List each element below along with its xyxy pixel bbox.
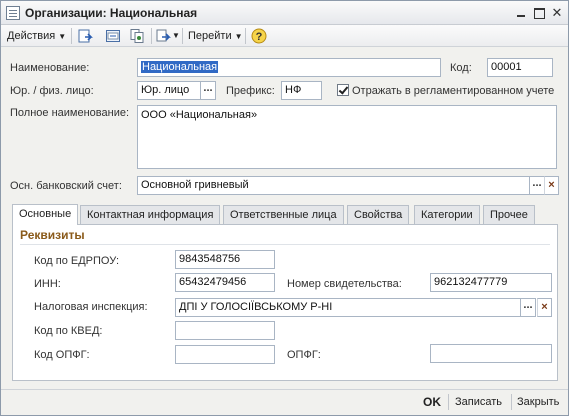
toolbar-divider bbox=[182, 28, 183, 44]
details-group-title: Реквизиты bbox=[20, 228, 85, 242]
view-record-icon[interactable] bbox=[105, 28, 121, 44]
group-divider bbox=[20, 244, 550, 245]
form-icon bbox=[6, 6, 20, 20]
edrpou-label: Код по ЕДРПОУ: bbox=[34, 255, 120, 267]
bank-account-select-button[interactable]: ... bbox=[530, 176, 545, 195]
reflect-label: Отражать в регламентированном учете bbox=[352, 85, 555, 97]
tab-responsible-persons[interactable]: Ответственные лица bbox=[223, 205, 344, 224]
tax-office-label: Налоговая инспекция: bbox=[34, 301, 148, 313]
tax-office-field[interactable]: ДПІ У ГОЛОСІЇВСЬКОМУ Р-НІ bbox=[175, 298, 521, 317]
toolbar-divider bbox=[71, 28, 72, 44]
entity-type-field[interactable]: Юр. лицо bbox=[137, 81, 201, 100]
prefix-field[interactable]: НФ bbox=[281, 81, 322, 100]
bank-account-label: Осн. банковский счет: bbox=[10, 180, 122, 192]
entity-type-select-button[interactable]: ... bbox=[201, 81, 216, 100]
reflect-checkbox[interactable] bbox=[337, 84, 349, 96]
certificate-label: Номер свидетельства: bbox=[287, 278, 402, 290]
bank-account-clear-button[interactable]: × bbox=[544, 176, 559, 195]
ok-button[interactable]: OK bbox=[423, 394, 441, 410]
code-label: Код: bbox=[450, 62, 472, 74]
inn-field[interactable]: 65432479456 bbox=[175, 273, 275, 292]
goto-menu[interactable]: Перейти ▼ bbox=[188, 28, 243, 44]
bottom-divider bbox=[511, 394, 512, 410]
tab-contact-info[interactable]: Контактная информация bbox=[80, 205, 221, 224]
tab-categories[interactable]: Категории bbox=[414, 205, 480, 224]
prefix-label: Префикс: bbox=[226, 85, 275, 97]
window-title: Организации: Национальная bbox=[25, 6, 198, 20]
bank-account-field[interactable]: Основной гривневый bbox=[137, 176, 530, 195]
organization-window: Организации: Национальная ✕ Действия ▼ ▼ … bbox=[0, 0, 569, 416]
kved-label: Код по КВЕД: bbox=[34, 325, 103, 337]
tax-office-clear-button[interactable]: × bbox=[537, 298, 552, 317]
edrpou-field[interactable]: 9843548756 bbox=[175, 250, 275, 269]
save-button[interactable]: Записать bbox=[455, 394, 502, 410]
bottom-divider bbox=[448, 394, 449, 410]
tab-other[interactable]: Прочее bbox=[483, 205, 535, 224]
based-on-icon[interactable] bbox=[155, 28, 171, 44]
toolbar-divider bbox=[245, 28, 246, 44]
name-label: Наименование: bbox=[10, 62, 90, 74]
tab-main[interactable]: Основные bbox=[12, 204, 79, 225]
chevron-down-icon: ▼ bbox=[234, 32, 243, 41]
help-icon[interactable]: ? bbox=[251, 28, 267, 44]
close-button[interactable]: Закрыть bbox=[517, 394, 559, 410]
opfg-label: ОПФГ: bbox=[287, 349, 321, 361]
full-name-label: Полное наименование: bbox=[10, 107, 130, 119]
actions-menu[interactable]: Действия ▼ bbox=[7, 28, 66, 44]
close-window-button[interactable]: ✕ bbox=[549, 5, 565, 21]
entity-type-label: Юр. / физ. лицо: bbox=[10, 85, 94, 97]
maximize-button[interactable] bbox=[531, 5, 547, 21]
title-bar: Организации: Национальная ✕ bbox=[1, 1, 568, 25]
name-value: Национальная bbox=[141, 61, 219, 73]
name-field[interactable]: Национальная bbox=[137, 58, 441, 77]
kved-field[interactable] bbox=[175, 321, 275, 340]
copy-record-icon[interactable] bbox=[129, 28, 145, 44]
chevron-down-icon: ▼ bbox=[58, 32, 67, 41]
svg-text:?: ? bbox=[256, 31, 263, 43]
code-field[interactable]: 00001 bbox=[487, 58, 553, 77]
save-and-close-icon[interactable] bbox=[77, 28, 93, 44]
opfg-field[interactable] bbox=[430, 344, 552, 363]
tax-office-select-button[interactable]: ... bbox=[521, 298, 536, 317]
toolbar-divider bbox=[151, 28, 152, 44]
toolbar: Действия ▼ ▼ Перейти ▼ ? bbox=[1, 25, 568, 47]
inn-label: ИНН: bbox=[34, 278, 61, 290]
opfg-code-field[interactable] bbox=[175, 345, 275, 364]
opfg-code-label: Код ОПФГ: bbox=[34, 349, 90, 361]
minimize-button[interactable] bbox=[513, 5, 529, 21]
tab-properties[interactable]: Свойства bbox=[347, 205, 410, 224]
chevron-down-icon[interactable]: ▼ bbox=[172, 28, 180, 44]
actions-menu-label: Действия bbox=[7, 30, 56, 42]
goto-menu-label: Перейти bbox=[188, 30, 232, 42]
certificate-field[interactable]: 962132477779 bbox=[430, 273, 552, 292]
full-name-textarea[interactable]: ООО «Национальная» bbox=[137, 105, 557, 169]
